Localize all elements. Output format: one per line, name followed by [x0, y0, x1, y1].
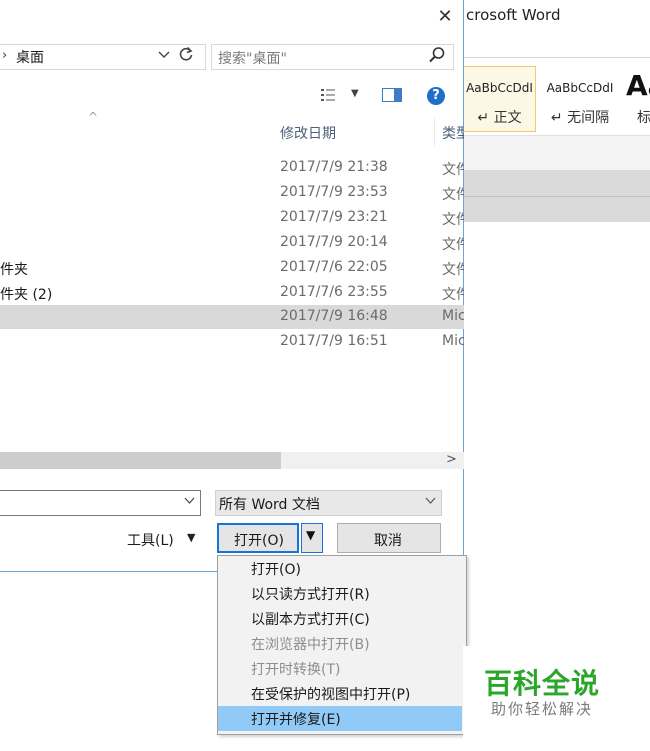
file-row[interactable]: 2017/7/9 20:14 文件夹: [0, 231, 464, 255]
file-row[interactable]: 2017/7/9 23:53 文件夹: [0, 181, 464, 205]
style-name: ↵ 无间隔: [550, 110, 610, 126]
watermark-title: 百科全说: [484, 667, 601, 700]
cancel-button-label: 取消: [374, 533, 402, 549]
style-name: 标: [637, 110, 650, 126]
menu-item-open-readonly[interactable]: 以只读方式打开(R): [218, 581, 462, 606]
file-date: 2017/7/9 16:51: [280, 333, 388, 349]
filetype-value: 所有 Word 文档: [219, 497, 320, 513]
file-type: 文件夹: [442, 262, 464, 278]
file-date: 2017/7/9 21:38: [280, 159, 388, 175]
style-sample: Aa: [626, 69, 650, 102]
file-type: 文件夹: [442, 162, 464, 178]
chevron-down-icon[interactable]: [158, 48, 170, 62]
help-icon[interactable]: ?: [427, 87, 445, 105]
file-type: Microsoft Word: [442, 308, 464, 324]
style-sample: AaBbCcDdI: [466, 81, 533, 95]
file-name: 件夹 (2): [0, 287, 53, 303]
file-row[interactable]: 2017/7/9 16:51 Microsoft Word: [0, 330, 464, 354]
column-header-date[interactable]: 修改日期: [280, 123, 336, 143]
menu-item-open[interactable]: 打开(O): [218, 556, 462, 581]
watermark-subtitle: 助你轻松解决: [491, 700, 594, 718]
ribbon-group-bar: [464, 135, 650, 170]
caret-down-icon: ▼: [306, 528, 316, 542]
file-row[interactable]: 2017/7/9 23:21 文件夹: [0, 206, 464, 230]
ruler-divider: [464, 196, 650, 197]
file-row[interactable]: 件夹 (2) 2017/7/6 23:55 文件夹: [0, 281, 464, 305]
file-date: 2017/7/9 16:48: [280, 308, 388, 324]
file-name: 件夹: [0, 262, 28, 278]
menu-item-label: 以只读方式打开(R): [251, 587, 370, 603]
search-placeholder: 搜索"桌面": [218, 51, 287, 67]
open-button-label: 打开(O): [234, 533, 284, 549]
search-icon[interactable]: [428, 46, 446, 64]
filename-input[interactable]: [0, 490, 201, 516]
file-type: 文件夹: [442, 287, 464, 303]
file-type: 文件夹: [442, 237, 464, 253]
menu-item-label: 以副本方式打开(C): [251, 612, 370, 628]
menu-item-label: 打开时转换(T): [251, 662, 341, 678]
style-heading[interactable]: Aa 标: [622, 66, 650, 132]
menu-item-open-in-browser: 在浏览器中打开(B): [218, 631, 462, 656]
style-sample: AaBbCcDdI: [546, 81, 614, 95]
file-type: Microsoft Word: [442, 333, 464, 349]
scrollbar-thumb[interactable]: [0, 452, 281, 469]
file-date: 2017/7/6 23:55: [280, 284, 388, 300]
preview-pane-icon[interactable]: [382, 88, 402, 102]
column-header-row: [0, 116, 464, 148]
file-type: 文件夹: [442, 187, 464, 203]
tools-dropdown-icon[interactable]: ▼: [187, 531, 195, 544]
view-options-icon[interactable]: [320, 87, 338, 103]
file-date: 2017/7/9 20:14: [280, 234, 388, 250]
file-type: 文件夹: [442, 212, 464, 228]
ribbon-divider: [464, 57, 650, 58]
close-button[interactable]: ✕: [428, 2, 462, 32]
chevron-down-icon[interactable]: [184, 494, 195, 508]
refresh-icon[interactable]: [178, 46, 194, 66]
view-dropdown-icon[interactable]: ▼: [351, 88, 359, 99]
menu-item-label: 在浏览器中打开(B): [251, 637, 370, 653]
menu-item-open-copy[interactable]: 以副本方式打开(C): [218, 606, 462, 631]
tools-button[interactable]: 工具(L): [127, 530, 174, 550]
file-date: 2017/7/6 22:05: [280, 259, 388, 275]
menu-item-label: 在受保护的视图中打开(P): [251, 687, 411, 703]
menu-item-label: 打开并修复(E): [251, 712, 341, 728]
style-normal[interactable]: AaBbCcDdI ↵ 正文: [463, 66, 536, 132]
menu-item-open-and-repair[interactable]: 打开并修复(E): [218, 706, 462, 731]
address-location[interactable]: 桌面: [16, 47, 44, 67]
scroll-right-icon[interactable]: >: [446, 452, 457, 467]
sort-ascending-icon: ^: [88, 110, 99, 124]
menu-item-open-protected[interactable]: 在受保护的视图中打开(P): [218, 681, 462, 706]
file-row-selected[interactable]: 2017/7/9 16:48 Microsoft Word: [0, 305, 464, 329]
menu-item-label: 打开(O): [251, 562, 301, 578]
file-row[interactable]: 2017/7/9 21:38 文件夹: [0, 156, 464, 180]
file-date: 2017/7/9 23:53: [280, 184, 388, 200]
word-title: crosoft Word: [466, 6, 561, 24]
column-header-type[interactable]: 类型: [442, 123, 464, 143]
file-row[interactable]: 件夹 2017/7/6 22:05 文件夹: [0, 256, 464, 280]
style-no-spacing[interactable]: AaBbCcDdI ↵ 无间隔: [540, 66, 620, 132]
menu-item-open-convert: 打开时转换(T): [218, 656, 462, 681]
column-divider[interactable]: [434, 118, 435, 146]
chevron-down-icon[interactable]: [425, 494, 436, 508]
chevron-right-icon: ›: [2, 48, 8, 63]
file-date: 2017/7/9 23:21: [280, 209, 388, 225]
style-name: ↵ 正文: [477, 110, 522, 126]
